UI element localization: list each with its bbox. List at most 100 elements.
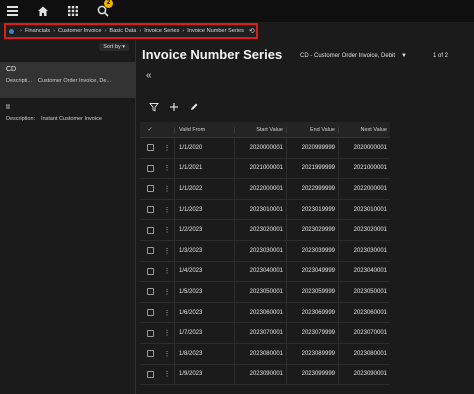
cell-next-value: 2023010001 xyxy=(338,199,390,220)
row-checkbox[interactable] xyxy=(146,267,154,275)
filter-icon[interactable] xyxy=(148,102,159,113)
row-checkbox[interactable] xyxy=(146,144,154,152)
cell-next-value: 2023020001 xyxy=(338,220,390,240)
row-menu-icon[interactable]: ⋮ xyxy=(160,226,174,234)
row-checkbox[interactable] xyxy=(146,329,154,337)
select-all-check-icon[interactable]: ✓ xyxy=(147,126,152,133)
list-item-desc-value: Customer Order Invoice, De... xyxy=(37,78,112,84)
home-icon[interactable] xyxy=(36,4,50,18)
cell-valid-from: 1/6/2023 xyxy=(174,302,234,323)
cell-next-value: 2022000001 xyxy=(338,179,390,199)
breadcrumb-item-basic-data[interactable]: Basic Data xyxy=(109,28,136,34)
column-header-valid-from[interactable]: Valid From xyxy=(174,126,234,133)
cell-valid-from: 1/1/2023 xyxy=(174,199,234,220)
cell-valid-from: 1/4/2023 xyxy=(174,261,234,282)
top-bar: 2 xyxy=(0,0,474,22)
double-chevron-left-icon[interactable]: « xyxy=(146,70,152,81)
row-checkbox[interactable] xyxy=(146,185,154,193)
cell-end-value: 2023059999 xyxy=(286,282,338,302)
table-row[interactable]: ⋮ 1/2/2023 2023020001 2023029999 2023020001 xyxy=(140,220,390,241)
table-row[interactable]: ⋮ 1/4/2023 2023040001 2023049999 2023040001 xyxy=(140,261,390,283)
column-header-end-value[interactable]: End Value xyxy=(286,126,338,133)
cell-valid-from: 1/3/2023 xyxy=(174,240,234,261)
row-menu-icon[interactable]: ⋮ xyxy=(160,370,174,378)
row-checkbox[interactable] xyxy=(146,226,154,234)
row-checkbox[interactable] xyxy=(146,206,154,214)
cell-start-value: 2022000001 xyxy=(234,179,286,199)
table-body: ⋮ 1/1/2020 2020000001 2020999999 2020000001 ⋮… xyxy=(140,138,390,386)
column-header-start-value[interactable]: Start Value xyxy=(234,126,286,133)
cell-end-value: 2022999999 xyxy=(286,179,338,199)
invoice-series-table: ✓ Valid From Start Value End Value Next … xyxy=(140,122,390,386)
row-menu-icon[interactable]: ⋮ xyxy=(160,185,174,193)
row-checkbox[interactable] xyxy=(146,288,154,296)
table-row[interactable]: ⋮ 1/6/2023 2023060001 2023069999 2023060001 xyxy=(140,302,390,324)
chevron-right-icon: › xyxy=(104,28,107,34)
sort-by-label: Sort by xyxy=(103,44,121,50)
row-menu-icon[interactable]: ⋮ xyxy=(160,267,174,275)
table-row[interactable]: ⋮ 1/3/2023 2023030001 2023039999 2023030001 xyxy=(140,240,390,262)
apps-grid-icon[interactable] xyxy=(66,4,80,18)
column-header-next-value[interactable]: Next Value xyxy=(338,126,390,133)
cell-end-value: 2023029999 xyxy=(286,220,338,240)
cell-next-value: 2023030001 xyxy=(338,240,390,261)
list-item-desc-key: Description: xyxy=(6,116,36,122)
row-checkbox[interactable] xyxy=(146,309,154,317)
table-row[interactable]: ⋮ 1/7/2023 2023070001 2023079999 2023070001 xyxy=(140,323,390,344)
row-menu-icon[interactable]: ⋮ xyxy=(160,309,174,317)
row-checkbox[interactable] xyxy=(146,247,154,255)
edit-icon[interactable] xyxy=(188,102,199,113)
table-header: ✓ Valid From Start Value End Value Next … xyxy=(140,122,390,138)
table-row[interactable]: ⋮ 1/1/2022 2022000001 2022999999 2022000001 xyxy=(140,179,390,200)
row-menu-icon[interactable]: ⋮ xyxy=(160,144,174,152)
cell-valid-from: 1/8/2023 xyxy=(174,343,234,364)
cell-start-value: 2023020001 xyxy=(234,220,286,240)
cell-end-value: 2023039999 xyxy=(286,240,338,261)
table-row[interactable]: ⋮ 1/8/2023 2023080001 2023089999 2023080001 xyxy=(140,343,390,365)
breadcrumb-item-financials[interactable]: Financials xyxy=(25,28,50,34)
cell-next-value: 2023040001 xyxy=(338,261,390,282)
cell-next-value: 2023090001 xyxy=(338,364,390,385)
list-item-code: II xyxy=(6,104,10,111)
add-icon[interactable] xyxy=(168,102,179,113)
table-row[interactable]: ⋮ 1/1/2020 2020000001 2020999999 2020000001 xyxy=(140,138,390,159)
chevron-down-icon: ▼ xyxy=(401,53,407,59)
record-selector-value: CD - Customer Order Invoice, Debit xyxy=(300,53,396,59)
list-item-desc-value: Instant Customer Invoice xyxy=(41,116,102,122)
list-item-desc-key: Descripti... xyxy=(6,78,32,84)
chevron-right-icon: › xyxy=(182,28,185,34)
table-row[interactable]: ⋮ 1/1/2021 2021000001 2021999999 2021000001 xyxy=(140,158,390,180)
breadcrumb-item-invoice-series[interactable]: Invoice Series xyxy=(144,28,179,34)
row-menu-icon[interactable]: ⋮ xyxy=(160,288,174,296)
record-selector-dropdown[interactable]: CD - Customer Order Invoice, Debit ▼ xyxy=(300,53,407,59)
row-menu-icon[interactable]: ⋮ xyxy=(160,247,174,255)
cell-valid-from: 1/1/2020 xyxy=(174,138,234,158)
breadcrumb-item-customer-invoice[interactable]: Customer Invoice xyxy=(58,28,102,34)
cell-start-value: 2023010001 xyxy=(234,199,286,220)
table-row[interactable]: ⋮ 1/9/2023 2023090001 2023099999 2023090001 xyxy=(140,364,390,386)
row-menu-icon[interactable]: ⋮ xyxy=(160,350,174,358)
breadcrumb-item-invoice-number-series[interactable]: Invoice Number Series xyxy=(187,28,244,34)
search-icon[interactable]: 2 xyxy=(96,0,113,18)
cell-valid-from: 1/5/2023 xyxy=(174,282,234,302)
list-item-cd[interactable]: CD Descripti... Customer Order Invoice, D… xyxy=(0,62,136,98)
cell-end-value: 2023089999 xyxy=(286,343,338,364)
cell-end-value: 2023019999 xyxy=(286,199,338,220)
row-menu-icon[interactable]: ⋮ xyxy=(160,206,174,214)
table-row[interactable]: ⋮ 1/5/2023 2023050001 2023059999 2023050001 xyxy=(140,282,390,303)
cell-end-value: 2023099999 xyxy=(286,364,338,385)
cell-next-value: 2023080001 xyxy=(338,343,390,364)
table-row[interactable]: ⋮ 1/1/2023 2023010001 2023019999 2023010001 xyxy=(140,199,390,221)
cell-valid-from: 1/1/2022 xyxy=(174,179,234,199)
row-checkbox[interactable] xyxy=(146,370,154,378)
row-checkbox[interactable] xyxy=(146,164,154,172)
breadcrumb: › Financials › Customer Invoice › Basic … xyxy=(4,23,258,39)
refresh-icon[interactable]: ⟲ xyxy=(249,27,255,35)
row-menu-icon[interactable]: ⋮ xyxy=(160,164,174,172)
list-item-ii[interactable]: II Description: Instant Customer Invoice xyxy=(0,100,136,130)
hamburger-menu-icon[interactable] xyxy=(6,4,20,18)
sort-by-button[interactable]: Sort by ▾ xyxy=(99,43,129,51)
row-menu-icon[interactable]: ⋮ xyxy=(160,329,174,337)
row-checkbox[interactable] xyxy=(146,350,154,358)
cell-end-value: 2023069999 xyxy=(286,302,338,323)
